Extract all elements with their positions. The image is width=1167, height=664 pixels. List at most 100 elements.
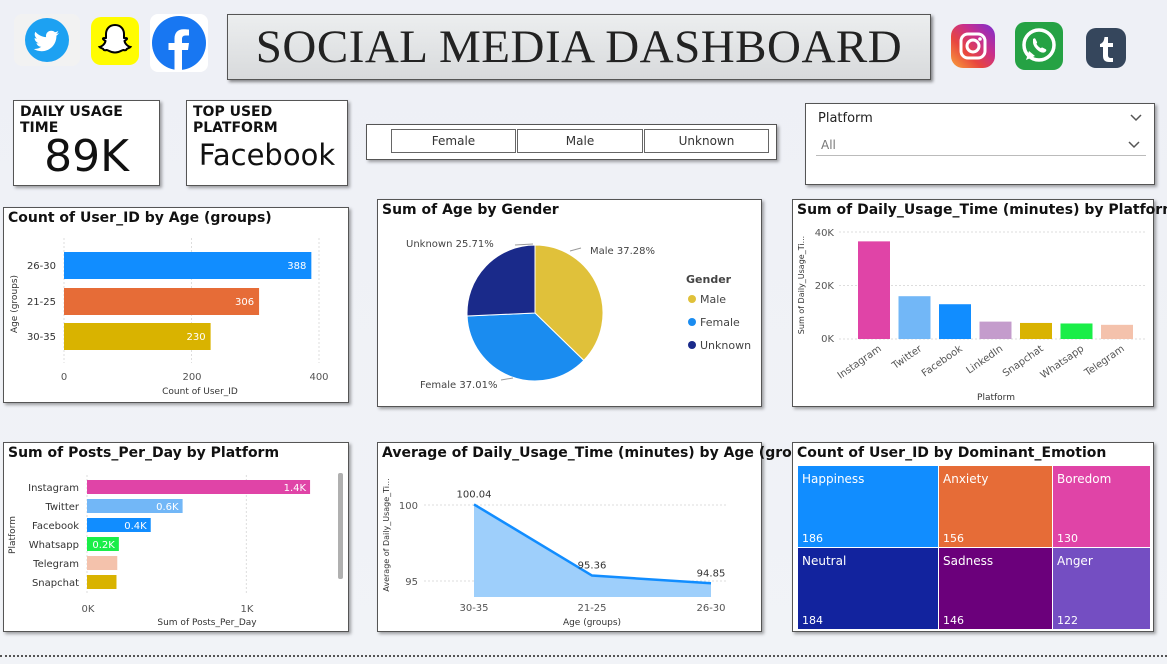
posts-chart-card: Sum of Posts_Per_Day by Platform Instagr… [3, 442, 349, 632]
gender-chart-card: Sum of Age by Gender Male 37.28% Female … [377, 199, 762, 407]
usage-y-label: Sum of Daily_Usage_Ti... [797, 236, 806, 334]
treemap-cell-sadness[interactable]: Sadness 146 [939, 548, 1052, 629]
legend-item-male[interactable]: Male [700, 293, 726, 306]
pie-slice-unknown[interactable] [466, 244, 536, 317]
usage-bar-facebook[interactable] [939, 304, 971, 339]
snapchat-icon [91, 17, 139, 65]
age-x-tick-1: 200 [182, 372, 201, 383]
usage-bar-whatsapp[interactable] [1060, 323, 1093, 339]
platform-dropdown-value: All [821, 138, 836, 152]
avg-point-label: 100.04 [457, 489, 492, 500]
age-category-label: 30-35 [27, 332, 56, 343]
age-bar[interactable] [64, 288, 260, 315]
treemap-label: Anger [1057, 554, 1093, 568]
avg-y-label: Average of Daily_Usage_Ti... [382, 478, 391, 591]
dashboard-title: SOCIAL MEDIA DASHBOARD [227, 14, 931, 80]
usage-y-tick-1: 20K [815, 281, 835, 292]
treemap-cell-anxiety[interactable]: Anxiety 156 [939, 466, 1052, 547]
posts-chart: Instagram 1.4K Twitter 0.6K Facebook 0.4K What… [8, 473, 343, 628]
usage-x-label: Platform [977, 393, 1015, 403]
legend-marker [688, 295, 696, 303]
avg-x-tick: 21-25 [577, 603, 606, 614]
avg-usage-card: Average of Daily_Usage_Time (minutes) by… [377, 442, 826, 632]
usage-platform-card: Sum of Daily_Usage_Time (minutes) by Pla… [792, 199, 1167, 407]
gender-option-unknown[interactable]: Unknown [644, 129, 769, 153]
top-platform-value: Facebook [198, 138, 336, 172]
age-bar[interactable] [64, 252, 312, 279]
treemap-value: 122 [1057, 614, 1078, 627]
tumblr-icon [1086, 28, 1126, 68]
avg-point-label: 94.85 [697, 568, 726, 579]
posts-category-label: Twitter [44, 502, 79, 513]
platform-filter: Platform All [805, 103, 1155, 185]
usage-bar-instagram[interactable] [858, 241, 890, 339]
avg-area-fill [474, 504, 711, 597]
usage-bar-linkedin[interactable] [979, 321, 1012, 339]
age-chart-card: Count of User_ID by Age (groups) 388 26-3… [3, 207, 349, 403]
top-platform-label: TOP USED PLATFORM [193, 104, 278, 136]
daily-usage-value: 89K [44, 131, 129, 182]
treemap-cell-boredom[interactable]: Boredom 130 [1053, 466, 1150, 547]
platform-dropdown[interactable]: All [816, 134, 1146, 156]
posts-x-tick-0: 0K [82, 604, 95, 615]
posts-category-label: Whatsapp [29, 540, 79, 551]
usage-bar-telegram[interactable] [1101, 324, 1133, 339]
age-bar-value: 230 [187, 332, 206, 343]
gender-option-female[interactable]: Female [391, 129, 516, 153]
usage-bar-snapchat[interactable] [1020, 322, 1052, 339]
posts-bar-telegram[interactable] [87, 556, 118, 570]
bottom-divider [0, 655, 1167, 657]
avg-x-tick: 26-30 [696, 603, 725, 614]
legend-marker [688, 318, 696, 326]
posts-bar-value: 0.4K [124, 521, 147, 532]
treemap-label: Happiness [802, 472, 865, 486]
posts-bar-snapchat[interactable] [87, 575, 117, 589]
avg-point-label: 95.36 [578, 561, 607, 572]
treemap-label: Anxiety [943, 472, 989, 486]
treemap-cell-anger[interactable]: Anger 122 [1053, 548, 1150, 629]
avg-y-tick-1: 95 [405, 577, 418, 588]
legend-item-unknown[interactable]: Unknown [700, 339, 751, 352]
platform-filter-label: Platform [818, 111, 873, 126]
usage-x-tick: Twitter [890, 343, 925, 372]
treemap-value: 146 [943, 614, 964, 627]
treemap-value: 184 [802, 614, 823, 627]
age-x-tick-0: 0 [61, 372, 67, 383]
age-bar-value: 388 [287, 261, 306, 272]
legend-item-female[interactable]: Female [700, 316, 740, 329]
posts-category-label: Telegram [32, 559, 79, 570]
treemap-value: 156 [943, 532, 964, 545]
avg-x-label: Age (groups) [563, 618, 621, 628]
usage-x-tick: Whatsapp [1039, 343, 1087, 381]
usage-platform-chart: Instagram TwitterFacebook LinkedInSnapchat… [797, 228, 1145, 403]
usage-x-tick: Instagram [836, 343, 884, 381]
posts-bar-value: 1.4K [284, 483, 307, 494]
top-platform-card: TOP USED PLATFORM Facebook [186, 100, 348, 186]
posts-bar-instagram[interactable] [87, 480, 311, 494]
treemap-cell-happiness[interactable]: Happiness 186 [798, 466, 938, 547]
legend-marker [688, 341, 696, 349]
legend-title: Gender [686, 273, 732, 286]
posts-bar-value: 0.6K [156, 502, 179, 513]
posts-category-label: Snapchat [32, 578, 79, 589]
emotion-chart-title: Count of User_ID by Dominant_Emotion [797, 445, 1107, 461]
age-bar-value: 306 [235, 297, 254, 308]
pie-label-female: Female 37.01% [420, 380, 497, 391]
usage-bar-twitter[interactable] [898, 296, 931, 339]
facebook-icon [150, 14, 208, 72]
treemap-value: 186 [802, 532, 823, 545]
avg-usage-chart: 100.04 30-35 95.36 21-25 94.85 26-30 Average … [382, 478, 728, 628]
daily-usage-card: DAILY USAGE TIME 89K [13, 100, 160, 186]
age-chart: 388 26-30 306 21-25 230 30-35 Age (groups) Co… [10, 238, 329, 397]
chevron-up-icon[interactable] [1129, 112, 1143, 122]
gender-option-male[interactable]: Male [517, 129, 643, 153]
gender-slicer: Female Male Unknown [366, 124, 777, 160]
posts-category-label: Facebook [32, 521, 79, 532]
emotion-chart-card: Count of User_ID by Dominant_Emotion Hap… [792, 442, 1154, 632]
posts-scrollbar[interactable] [338, 473, 343, 579]
age-y-label: Age (groups) [10, 275, 20, 333]
age-x-tick-2: 400 [309, 372, 328, 383]
treemap-cell-neutral[interactable]: Neutral 184 [798, 548, 938, 629]
treemap-label: Neutral [802, 554, 847, 568]
posts-x-label: Sum of Posts_Per_Day [157, 618, 257, 628]
